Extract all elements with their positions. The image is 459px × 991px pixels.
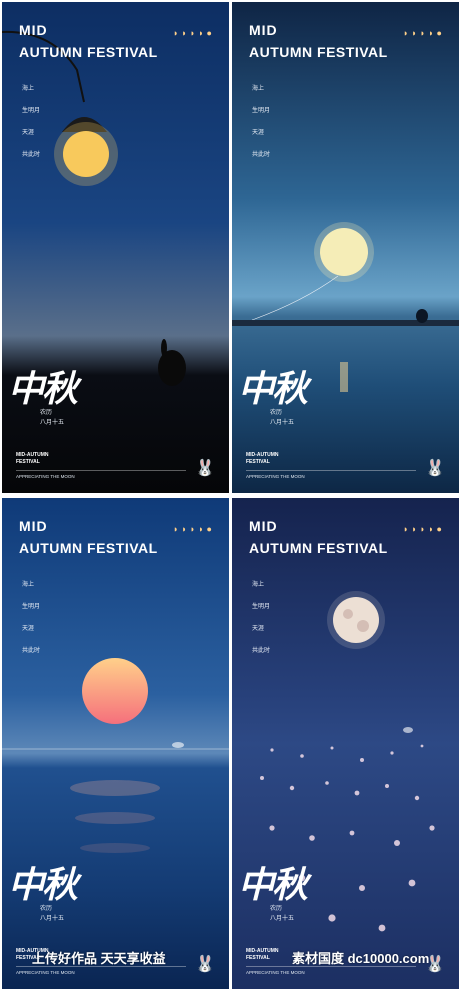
poem: 海上 生明月 天涯 共此时 (252, 574, 270, 662)
lunar-date-line: 八月十五 (40, 420, 65, 426)
footer-text: APPRECIATING THE MOON (246, 970, 305, 975)
poem-line: 生明月 (22, 604, 41, 610)
header-line2: AUTUMN FESTIVAL (19, 44, 158, 60)
header-line2: AUTUMN FESTIVAL (249, 540, 388, 556)
lunar-date: 农历 八月十五 (270, 904, 294, 924)
lunar-date-line: 农历 (40, 906, 53, 912)
watermark-right: 素材国度 dc10000.com (292, 951, 430, 966)
poem-line: 天涯 (22, 626, 35, 632)
balloon-illustration (232, 222, 459, 392)
lunar-date: 农历 八月十五 (40, 904, 64, 924)
lamp-illustration (2, 30, 186, 386)
rabbit-icon: 🐰 (425, 460, 445, 477)
poem-line: 生明月 (22, 108, 41, 114)
moon-phase-icons: ◗◗◗◗● (402, 524, 445, 534)
header-line1: MID (19, 518, 48, 534)
moon-phase-icons: ◗◗◗◗● (402, 28, 445, 38)
calligraphy-title: 中秋 (8, 864, 78, 906)
poem-line: 海上 (22, 582, 35, 588)
lunar-date-line: 八月十五 (270, 420, 295, 426)
lunar-date: 农历 八月十五 (40, 408, 64, 428)
footer-divider (246, 470, 416, 471)
subtitle: MID-AUTUMN FESTIVAL (16, 452, 49, 466)
poem-line: 生明月 (252, 108, 271, 114)
footer-text: APPRECIATING THE MOON (16, 970, 75, 975)
subtitle-line: FESTIVAL (16, 459, 40, 465)
poem: 海上 生明月 天涯 共此时 (22, 78, 40, 166)
poem-line: 天涯 (252, 626, 265, 632)
lunar-date-line: 农历 (270, 410, 283, 416)
poem: 海上 生明月 天涯 共此时 (22, 574, 40, 662)
poem-line: 共此时 (252, 152, 271, 158)
subtitle-line: MID-AUTUMN (246, 452, 279, 458)
header-line1: MID (249, 518, 278, 534)
watermark-left: 上传好作品 天天享收益 (32, 951, 166, 966)
header-line2: AUTUMN FESTIVAL (249, 44, 388, 60)
poem-line: 海上 (252, 582, 265, 588)
calligraphy-title: 中秋 (8, 368, 78, 410)
poster-1: MID AUTUMN FESTIVAL ◗◗◗◗● 海上 生明月 天涯 共此时 … (2, 2, 229, 493)
moon-phase-icons: ◗◗◗◗● (172, 28, 215, 38)
poem-line: 天涯 (22, 130, 35, 136)
poster-3: MID AUTUMN FESTIVAL ◗◗◗◗● 海上 生明月 天涯 共此时 … (2, 498, 229, 989)
subtitle: MID-AUTUMN FESTIVAL (246, 452, 279, 466)
poem-line: 海上 (22, 86, 35, 92)
calligraphy-title: 中秋 (238, 864, 308, 906)
lunar-date: 农历 八月十五 (270, 408, 294, 428)
subtitle-line: FESTIVAL (246, 459, 270, 465)
poster-2: MID AUTUMN FESTIVAL ◗◗◗◗● 海上 生明月 天涯 共此时 … (232, 2, 459, 493)
poster-4: MID AUTUMN FESTIVAL ◗◗◗◗● 海上 生明月 天涯 共此时 … (232, 498, 459, 989)
footer-divider (16, 470, 186, 471)
subtitle-line: FESTIVAL (246, 955, 270, 961)
header-line1: MID (19, 22, 48, 38)
lunar-date-line: 八月十五 (40, 916, 65, 922)
poem-line: 生明月 (252, 604, 271, 610)
poem-line: 共此时 (22, 152, 41, 158)
calligraphy-title: 中秋 (238, 368, 308, 410)
lunar-date-line: 八月十五 (270, 916, 295, 922)
subtitle: MID-AUTUMN FESTIVAL (246, 948, 279, 962)
header-line1: MID (249, 22, 278, 38)
poem-line: 海上 (252, 86, 265, 92)
lunar-date-line: 农历 (40, 410, 53, 416)
rabbit-icon: 🐰 (195, 460, 215, 477)
rabbit-icon: 🐰 (195, 956, 215, 973)
sunset-illustration (2, 658, 229, 853)
footer-text: APPRECIATING THE MOON (16, 474, 75, 479)
moon-lake-illustration (260, 591, 435, 932)
poem-line: 共此时 (22, 648, 41, 654)
footer-text: APPRECIATING THE MOON (246, 474, 305, 479)
poem: 海上 生明月 天涯 共此时 (252, 78, 270, 166)
poem-line: 天涯 (252, 130, 265, 136)
subtitle-line: MID-AUTUMN (246, 948, 279, 954)
poem-line: 共此时 (252, 648, 271, 654)
header-line2: AUTUMN FESTIVAL (19, 540, 158, 556)
lunar-date-line: 农历 (270, 906, 283, 912)
moon-phase-icons: ◗◗◗◗● (172, 524, 215, 534)
subtitle-line: MID-AUTUMN (16, 452, 49, 458)
